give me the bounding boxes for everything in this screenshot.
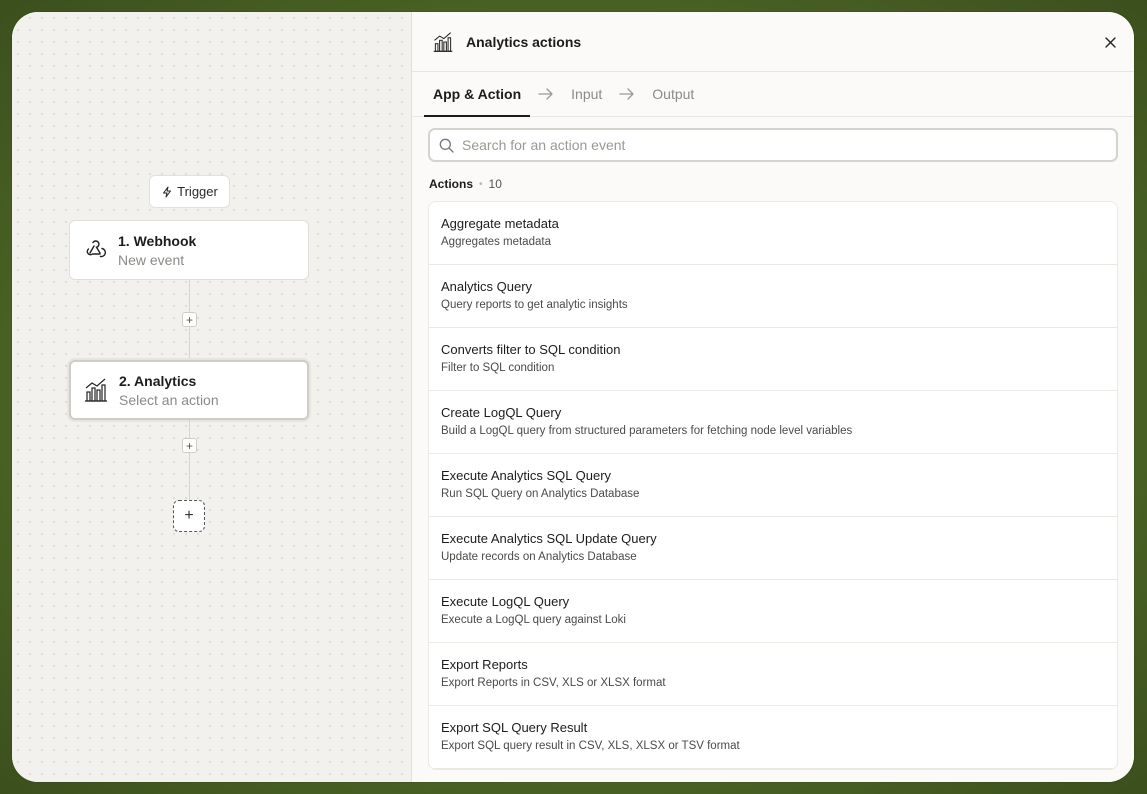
node-webhook[interactable]: 1. Webhook New event (69, 220, 309, 280)
item-title: Execute Analytics SQL Query (441, 468, 612, 483)
close-button[interactable] (1102, 34, 1118, 50)
item-desc: Build a LogQL query from structured para… (441, 425, 853, 437)
node-analytics[interactable]: 2. Analytics Select an action (69, 360, 309, 420)
actions-count: 10 (488, 177, 502, 191)
actions-header: Actions • 10 (429, 177, 1134, 191)
connector-line (189, 420, 190, 500)
item-desc: Run SQL Query on Analytics Database (441, 488, 640, 500)
list-item[interactable]: Create LogQL Query Build a LogQL query f… (429, 391, 1117, 454)
add-step-button[interactable]: + (182, 438, 197, 453)
bar-chart-icon (433, 31, 453, 52)
node-subtitle: Select an action (119, 391, 219, 408)
add-node-button[interactable]: + (173, 500, 205, 532)
list-item[interactable]: Export Reports Export Reports in CSV, XL… (429, 643, 1117, 706)
arrow-right-icon (611, 72, 643, 116)
trigger-chip[interactable]: Trigger (149, 175, 230, 208)
item-title: Execute Analytics SQL Update Query (441, 531, 657, 546)
item-title: Export Reports (441, 657, 528, 672)
workflow-canvas[interactable]: Trigger 1. Webhook New event + 2. Analyt… (12, 12, 412, 782)
panel-header: Analytics actions (412, 12, 1134, 72)
separator-dot: • (479, 178, 483, 190)
item-desc: Filter to SQL condition (441, 362, 555, 374)
trigger-label: Trigger (177, 184, 218, 199)
arrow-right-icon (530, 72, 562, 116)
actions-list: Aggregate metadata Aggregates metadata A… (428, 201, 1118, 770)
search-icon (439, 138, 454, 153)
list-item[interactable]: Execute Analytics SQL Update Query Updat… (429, 517, 1117, 580)
item-title: Execute LogQL Query (441, 594, 570, 609)
add-step-button[interactable]: + (182, 312, 197, 327)
tab-output[interactable]: Output (643, 72, 703, 116)
list-item[interactable]: Execute Analytics SQL Query Run SQL Quer… (429, 454, 1117, 517)
list-item[interactable]: Converts filter to SQL condition Filter … (429, 328, 1117, 391)
actions-panel: Analytics actions App & Action Input Out… (411, 12, 1134, 782)
search-box (428, 128, 1118, 162)
item-desc: Update records on Analytics Database (441, 551, 637, 563)
item-title: Aggregate metadata (441, 216, 559, 231)
item-title: Converts filter to SQL condition (441, 342, 621, 357)
node-title: 2. Analytics (119, 372, 197, 389)
node-title: 1. Webhook (118, 232, 197, 249)
list-item[interactable]: Analytics Query Query reports to get ana… (429, 265, 1117, 328)
list-item[interactable]: Aggregate metadata Aggregates metadata (429, 202, 1117, 265)
list-item[interactable]: Execute LogQL Query Execute a LogQL quer… (429, 580, 1117, 643)
webhook-icon (82, 237, 108, 263)
close-icon (1104, 36, 1116, 48)
app-frame: Trigger 1. Webhook New event + 2. Analyt… (12, 12, 1134, 782)
item-desc: Query reports to get analytic insights (441, 299, 628, 311)
node-subtitle: New event (118, 251, 185, 268)
item-desc: Export Reports in CSV, XLS or XLSX forma… (441, 677, 666, 689)
item-desc: Export SQL query result in CSV, XLS, XLS… (441, 740, 740, 752)
item-title: Create LogQL Query (441, 405, 562, 420)
item-desc: Aggregates metadata (441, 236, 551, 248)
actions-label: Actions (429, 177, 474, 191)
bar-chart-icon (83, 377, 109, 403)
item-desc: Execute a LogQL query against Loki (441, 614, 626, 626)
lightning-icon (163, 186, 172, 197)
list-item[interactable]: Export SQL Query Result Export SQL query… (429, 706, 1117, 769)
item-title: Export SQL Query Result (441, 720, 588, 735)
search-input[interactable] (462, 137, 1082, 153)
item-title: Analytics Query (441, 279, 533, 294)
tab-app-action[interactable]: App & Action (424, 72, 531, 117)
step-tabs: App & Action Input Output (412, 72, 1134, 117)
tab-input[interactable]: Input (562, 72, 611, 116)
panel-title: Analytics actions (466, 33, 582, 50)
